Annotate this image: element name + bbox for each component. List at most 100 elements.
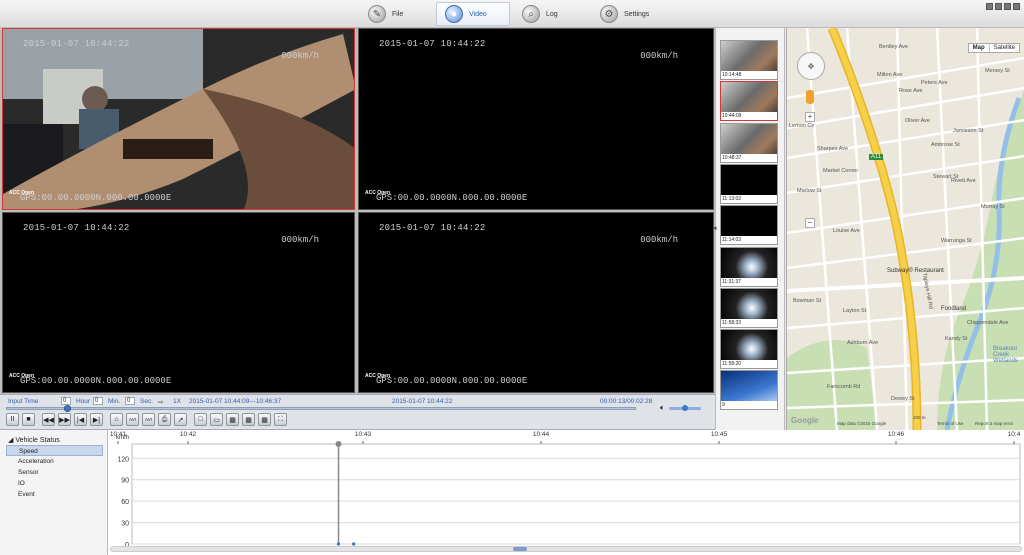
street-label: Sharpes Ave [817, 146, 849, 152]
map-type-toggle[interactable]: Map Satellite [967, 43, 1020, 53]
x-tick-label: 10:44 [533, 431, 550, 438]
thumbnail-item[interactable]: 9 [720, 370, 778, 411]
terms-link[interactable]: Terms of Use [937, 421, 964, 426]
street-label: Jamieson St [953, 128, 984, 134]
tab-log[interactable]: ⌕ Log [514, 2, 566, 26]
quad-view-icon[interactable]: ▦ [226, 413, 239, 426]
close-icon[interactable] [1013, 3, 1020, 10]
street-label: Bowman St [793, 298, 822, 304]
zoom-out-button[interactable]: − [805, 218, 815, 228]
hour-label: Hour [76, 398, 91, 405]
thumbnail-item[interactable]: 10:14:48 [720, 40, 778, 80]
volume-handle[interactable] [682, 404, 689, 411]
satellite-button[interactable]: Satellite [990, 44, 1019, 52]
speed-chart-svg: 0306090120km/h10:4110:4210:4310:4410:451… [110, 431, 1021, 549]
hour-input[interactable]: 0 [61, 397, 71, 405]
timeline-scrollbar[interactable] [110, 546, 1022, 552]
tab-video[interactable]: ● Video [436, 2, 510, 26]
sixteen-view-icon[interactable]: ▦ [258, 413, 271, 426]
y-tick-label: 120 [117, 456, 129, 463]
thumbnail-time: 10:48:37 [721, 153, 777, 162]
tab-settings[interactable]: ⚙ Settings [592, 2, 657, 26]
y-tick-label: 60 [121, 499, 129, 506]
street-label: Oliver Ave [905, 118, 930, 124]
street-label: Dewey St [891, 396, 915, 402]
fullscreen-icon[interactable]: ⛶ [274, 413, 287, 426]
camera-view-2[interactable]: 2015-01-07 10:44:22 000km/h ACC Open GPS… [358, 28, 714, 210]
thumbnail-item[interactable]: 11:31:37 [720, 246, 778, 287]
camera-view-1[interactable]: 2015-01-07 10:44:22 000km/h ACC Open GPS… [2, 28, 355, 210]
thumbnail-list: 10:14:48 10:44:09 10:48:37 11:13:02 11:14:03… [715, 28, 785, 430]
pegman-icon[interactable] [806, 90, 814, 104]
street-label: Bentley Ave [879, 44, 908, 50]
street-label: Stewart St [933, 174, 959, 180]
camera-view-3[interactable]: 2015-01-07 10:44:22 000km/h ACC Open GPS… [2, 212, 355, 393]
tab-video-label: Video [469, 10, 487, 18]
status-item-acceleration[interactable]: Acceleration [6, 456, 103, 467]
rewind-icon[interactable]: ◀◀ [42, 413, 55, 426]
thumbnail-item[interactable]: 10:44:09 [720, 81, 778, 122]
volume-slider[interactable] [668, 404, 701, 411]
forward-icon[interactable]: ▶▶ [58, 413, 71, 426]
map-scale: 100 m [913, 415, 926, 420]
tab-file[interactable]: ✎ File [360, 2, 411, 26]
thumbnail-time: 10:14:48 [721, 71, 777, 79]
seek-bar[interactable] [6, 405, 636, 412]
street-label: Lemon Cir [789, 123, 815, 129]
street-label: Chippendale Ave [967, 320, 1009, 326]
avi-export-icon[interactable]: AVI [142, 413, 155, 426]
status-item-sensor[interactable]: Sensor [6, 467, 103, 478]
stop-icon[interactable]: ■ [22, 413, 35, 426]
minimize-icon[interactable] [995, 3, 1002, 10]
collapse-arrow-icon[interactable]: ◂ [713, 224, 717, 232]
thumbnail-time: 11:58:33 [721, 318, 777, 327]
thumbnail-item[interactable]: 11:58:20 [720, 329, 778, 370]
single-view-icon[interactable]: □ [194, 413, 207, 426]
thumbnail-item[interactable]: 10:48:37 [720, 122, 778, 163]
street-label: Murray St [981, 204, 1005, 210]
status-item-speed[interactable]: Speed [6, 445, 103, 456]
thumbnail-item[interactable]: 11:13:02 [720, 163, 778, 204]
maximize-icon[interactable] [1004, 3, 1011, 10]
map-button[interactable]: Map [969, 44, 990, 52]
pause-icon[interactable]: II [6, 413, 19, 426]
zoom-in-button[interactable]: + [805, 112, 815, 122]
avi-icon[interactable]: AVI [126, 413, 139, 426]
nine-view-icon[interactable]: ▦ [242, 413, 255, 426]
y-tick-label: 90 [121, 478, 129, 485]
playback-controls: Input Time 0 Hour 0 Min. 0 Sec. ⇨ 1X 201… [0, 394, 715, 430]
thumbnail-item[interactable]: 11:14:03 [720, 205, 778, 246]
scrollbar-thumb[interactable] [513, 547, 527, 551]
status-item-io[interactable]: IO [6, 478, 103, 489]
speed-toggle-icon[interactable]: ⇨ [158, 398, 163, 406]
camera-icon: ● [445, 5, 463, 23]
chart-icon[interactable]: ↗ [174, 413, 187, 426]
seek-handle[interactable] [63, 405, 71, 412]
speed-chart[interactable]: 0306090120km/h10:4110:4210:4310:4410:451… [108, 430, 1024, 555]
next-icon[interactable]: ▶| [90, 413, 103, 426]
wrench-icon: ✎ [368, 5, 386, 23]
control-buttons: II ■ ◀◀ ▶▶ |◀ ▶| ⌂ AVI AVI ⎙ ↗ □ ▭ ▦ ▦ ▦ ⛶ [6, 413, 287, 426]
minute-input[interactable]: 0 [93, 397, 103, 405]
street-label: Ambrose St [931, 142, 960, 148]
prev-icon[interactable]: |◀ [74, 413, 87, 426]
help-icon[interactable] [986, 3, 993, 10]
snapshot-icon[interactable]: ⌂ [110, 413, 123, 426]
print-icon[interactable]: ⎙ [158, 413, 171, 426]
dual-view-icon[interactable]: ▭ [210, 413, 223, 426]
thumbnail-time: 11:14:03 [721, 236, 777, 245]
camera-view-4[interactable]: 2015-01-07 10:44:22 000km/h ACC Open GPS… [358, 212, 714, 393]
vehicle-status-header[interactable]: ◢ Vehicle Status [8, 436, 60, 444]
camera-speed: 000km/h [281, 51, 319, 61]
second-input[interactable]: 0 [125, 397, 135, 405]
report-error-link[interactable]: Report a map error [975, 421, 1013, 426]
expand-triangle-icon[interactable]: ◢ [8, 437, 13, 444]
pan-control-icon[interactable]: ✥ [797, 52, 825, 80]
current-time: 2015-01-07 10:44:22 [392, 398, 453, 405]
thumbnail-time: 9 [721, 401, 777, 410]
speaker-icon[interactable]: 🔈︎ [660, 403, 665, 413]
thumbnail-item[interactable]: 11:58:33 [720, 287, 778, 328]
status-item-event[interactable]: Event [6, 489, 103, 500]
map-panel[interactable]: Map Satellite ✥ + − Bentley Ave Milton A… [786, 28, 1024, 430]
x-tick-label: 10:43 [355, 431, 372, 438]
